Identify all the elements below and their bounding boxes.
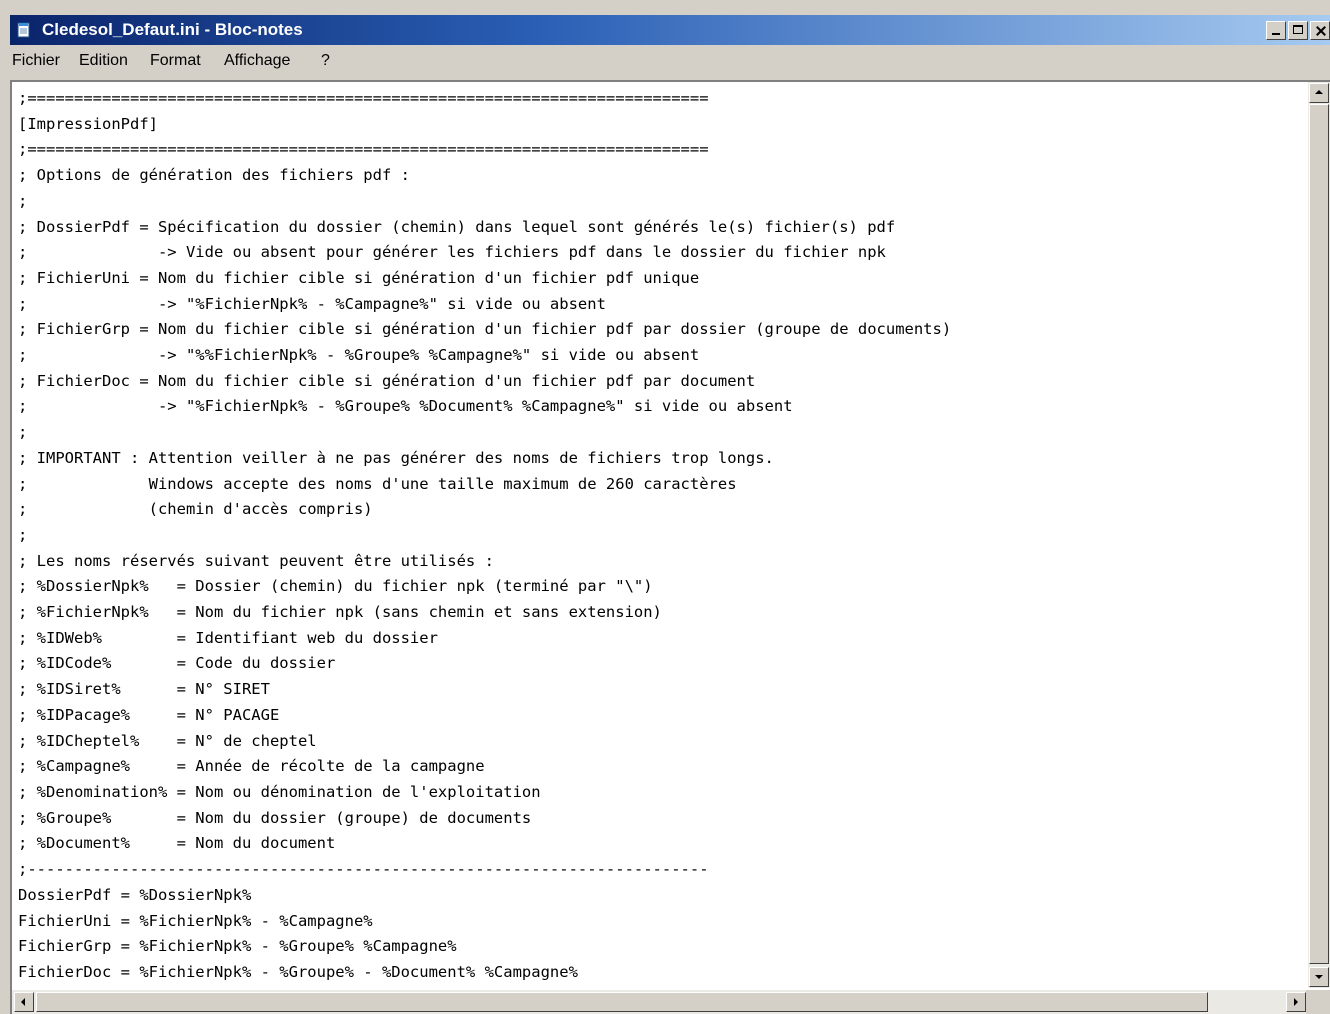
title-bar[interactable]: Cledesol_Defaut.ini - Bloc-notes: [10, 15, 1330, 45]
scroll-right-icon[interactable]: [1286, 992, 1306, 1012]
menu-help[interactable]: ?: [321, 52, 330, 70]
editor-pane[interactable]: ;=======================================…: [10, 80, 1330, 1014]
text-line: ;: [18, 191, 28, 210]
close-icon[interactable]: [1310, 21, 1330, 40]
text-content[interactable]: ;=======================================…: [18, 86, 1308, 986]
text-line: ; FichierUni = Nom du fichier cible si g…: [18, 268, 700, 287]
text-line: DossierPdf = %DossierNpk%: [18, 885, 252, 904]
text-line: ; %FichierNpk% = Nom du fichier npk (san…: [18, 603, 662, 622]
minimize-icon[interactable]: [1266, 21, 1286, 40]
scroll-up-icon[interactable]: [1309, 83, 1329, 103]
text-line: ;=======================================…: [18, 89, 709, 107]
text-line: ; DossierPdf = Spécification du dossier …: [18, 217, 896, 236]
text-line: ; FichierDoc = Nom du fichier cible si g…: [18, 371, 756, 390]
text-line: ; Options de génération des fichiers pdf…: [18, 166, 410, 185]
text-line: ; -> Vide ou absent pour générer les fic…: [18, 243, 886, 262]
text-line: ; %Groupe% = Nom du dossier (groupe) de …: [18, 808, 532, 827]
text-line: ; -> "%FichierNpk% - %Groupe% %Document%…: [18, 397, 793, 416]
menu-bar: Fichier Edition Format Affichage ?: [10, 46, 1330, 76]
scroll-left-icon[interactable]: [14, 992, 34, 1012]
text-line: ; %Denomination% = Nom ou dénomination d…: [18, 782, 541, 801]
text-line: ; %Document% = Nom du document: [18, 834, 336, 853]
text-line: ; FichierGrp = Nom du fichier cible si g…: [18, 320, 952, 339]
text-line: ; -> "%FichierNpk% - %Campagne%" si vide…: [18, 294, 606, 313]
vertical-scrollbar[interactable]: [1308, 82, 1330, 988]
maximize-icon[interactable]: [1288, 21, 1308, 40]
text-line: FichierDoc = %FichierNpk% - %Groupe% - %…: [18, 962, 578, 981]
menu-format[interactable]: Format: [150, 52, 201, 70]
text-line: ; %IDCode% = Code du dossier: [18, 654, 336, 673]
horizontal-scrollbar[interactable]: [12, 990, 1308, 1014]
text-line: ; %IDPacage% = N° PACAGE: [18, 705, 280, 724]
notepad-window: Cledesol_Defaut.ini - Bloc-notes Fichier…: [0, 0, 1330, 1014]
text-line: ;: [18, 525, 28, 544]
window-title: Cledesol_Defaut.ini - Bloc-notes: [42, 20, 303, 39]
text-line: ; %DossierNpk% = Dossier (chemin) du fic…: [18, 577, 653, 596]
text-line: ; (chemin d'accès compris): [18, 500, 373, 519]
text-line: ; %IDCheptel% = N° de cheptel: [18, 731, 317, 750]
text-line: FichierGrp = %FichierNpk% - %Groupe% %Ca…: [18, 937, 457, 956]
text-line: ; %IDWeb% = Identifiant web du dossier: [18, 628, 438, 647]
horizontal-scroll-thumb[interactable]: [36, 992, 1208, 1012]
text-line: ; Windows accepte des noms d'une taille …: [18, 474, 737, 493]
window-controls: [1266, 21, 1330, 40]
menu-affichage[interactable]: Affichage: [224, 52, 290, 70]
text-line: ;---------------------------------------…: [18, 860, 709, 879]
notepad-icon: [17, 22, 30, 38]
menu-fichier[interactable]: Fichier: [12, 52, 60, 70]
text-line: ;: [18, 423, 28, 442]
text-line: FichierUni = %FichierNpk% - %Campagne%: [18, 911, 373, 930]
scroll-down-icon[interactable]: [1309, 967, 1329, 987]
text-line: ; -> "%%FichierNpk% - %Groupe% %Campagne…: [18, 346, 700, 365]
text-line: ; Les noms réservés suivant peuvent être…: [18, 551, 494, 570]
resize-grip-icon[interactable]: [1306, 990, 1330, 1014]
text-line: ; IMPORTANT : Attention veiller à ne pas…: [18, 448, 774, 467]
menu-edition[interactable]: Edition: [79, 52, 128, 70]
text-line: ; %Campagne% = Année de récolte de la ca…: [18, 757, 485, 776]
vertical-scroll-thumb[interactable]: [1309, 104, 1329, 964]
text-line: ;=======================================…: [18, 140, 709, 159]
text-line: ; %IDSiret% = N° SIRET: [18, 680, 270, 699]
text-line: [ImpressionPdf]: [18, 114, 158, 133]
